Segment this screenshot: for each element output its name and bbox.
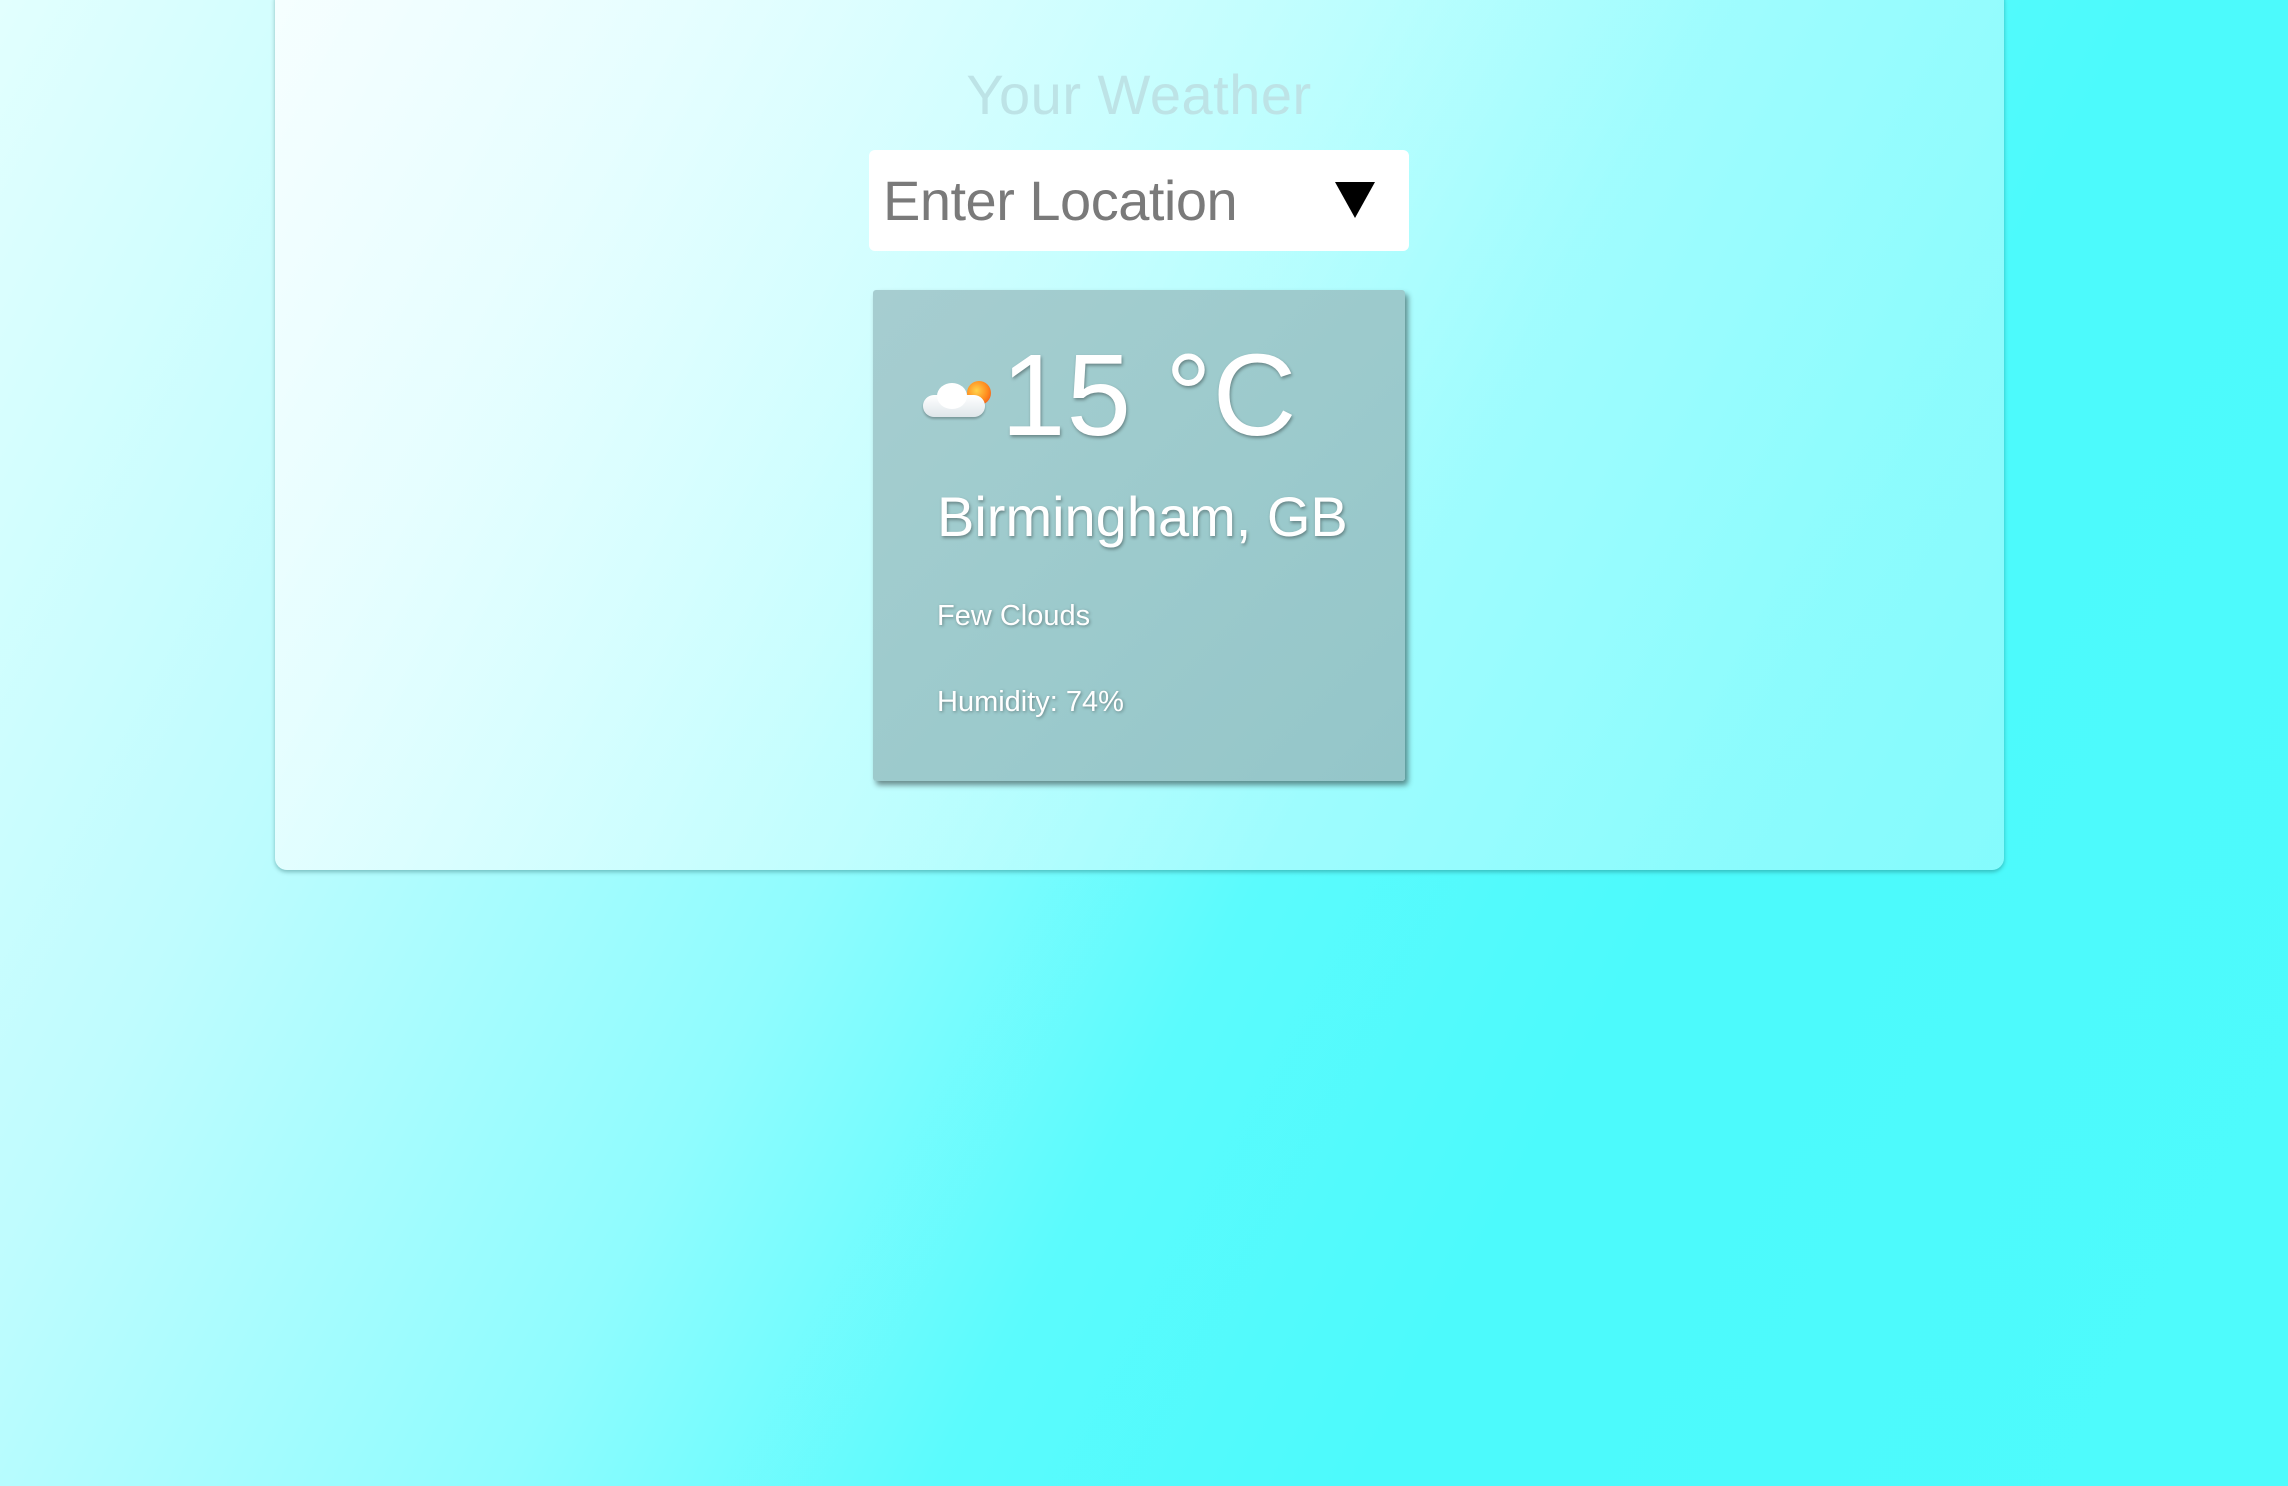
cloud-puff: [937, 383, 967, 409]
location-select[interactable]: Enter Location: [869, 150, 1409, 251]
location-name: Birmingham, GB: [937, 485, 1348, 548]
triangle-down-icon[interactable]: [1335, 182, 1375, 218]
few-clouds-icon: [923, 379, 993, 429]
weather-description: Few Clouds: [937, 600, 1091, 632]
humidity-value: Humidity: 74%: [937, 686, 1124, 718]
temperature-value: 15 °C: [1001, 330, 1298, 460]
temperature-row: 15 °C: [923, 330, 1297, 460]
app-title: Your Weather: [966, 63, 1312, 126]
location-placeholder: Enter Location: [883, 169, 1238, 232]
weather-card: 15 °C Birmingham, GB Few Clouds Humidity…: [873, 290, 1405, 781]
